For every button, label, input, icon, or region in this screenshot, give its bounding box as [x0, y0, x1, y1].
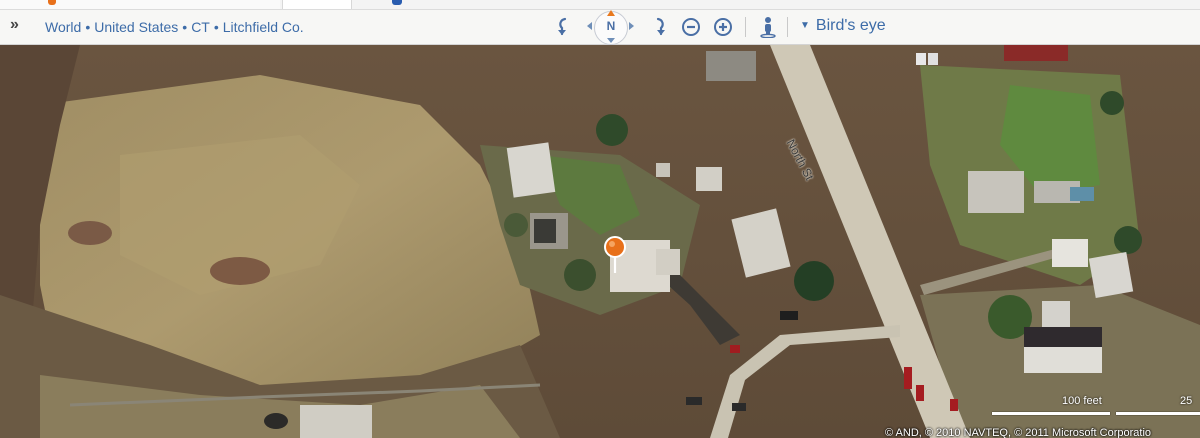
pan-left-icon[interactable]	[587, 22, 592, 30]
scale-bar-feet	[992, 412, 1110, 415]
location-pin-icon[interactable]	[604, 236, 626, 276]
map-scale: 100 feet 25	[990, 395, 1200, 425]
breadcrumb: World • United States • CT • Litchfield Co.	[45, 19, 304, 35]
aerial-imagery	[0, 45, 1200, 438]
breadcrumb-separator: •	[213, 19, 219, 35]
compass-north-label: N	[606, 19, 616, 33]
breadcrumb-separator: •	[85, 19, 91, 35]
pegman-icon[interactable]	[759, 16, 777, 38]
map-navigation-bar: » World • United States • CT • Litchfield Co. …	[0, 10, 1200, 45]
north-arrow-icon	[607, 10, 615, 16]
scale-label-metric: 25	[1180, 395, 1193, 407]
zoom-out-icon[interactable]	[681, 17, 701, 37]
rotate-right-icon[interactable]	[651, 17, 669, 37]
rotate-left-icon[interactable]	[554, 17, 572, 37]
scale-bar-metric	[1116, 412, 1200, 415]
tab-active[interactable]	[282, 0, 352, 9]
chevron-down-icon: ▼	[800, 20, 810, 31]
breadcrumb-united-states[interactable]: United States	[94, 19, 178, 35]
toolbar-divider	[745, 17, 746, 37]
pan-right-icon[interactable]	[629, 22, 634, 30]
toolbar-divider	[787, 17, 788, 37]
breadcrumb-world[interactable]: World	[45, 19, 81, 35]
breadcrumb-litchfield-co[interactable]: Litchfield Co.	[223, 19, 304, 35]
tab-indicator	[48, 0, 56, 5]
pan-down-icon[interactable]	[607, 38, 615, 43]
breadcrumb-separator: •	[182, 19, 188, 35]
map-canvas[interactable]: North St 100 feet 25 © AND, © 2010 NAVTE…	[0, 45, 1200, 438]
zoom-in-icon[interactable]	[713, 17, 733, 37]
scale-label-feet: 100 feet	[1062, 395, 1102, 407]
tab-left[interactable]	[0, 0, 280, 9]
breadcrumb-ct[interactable]: CT	[191, 19, 210, 35]
view-mode-dropdown[interactable]: ▼ Bird's eye	[800, 17, 886, 35]
view-mode-label: Bird's eye	[815, 17, 886, 34]
compass-control[interactable]: N	[584, 10, 638, 45]
tab-strip	[0, 0, 1200, 10]
double-chevron-right-icon[interactable]: »	[10, 16, 26, 34]
tab-indicator-blue	[392, 0, 402, 5]
map-copyright: © AND, © 2010 NAVTEQ, © 2011 Microsoft C…	[885, 427, 1152, 438]
